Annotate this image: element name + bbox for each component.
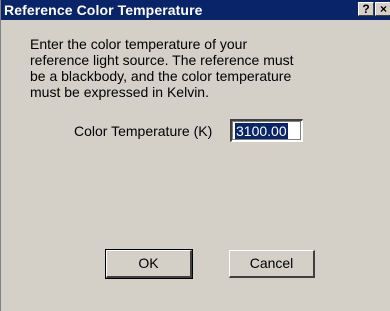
color-temperature-input[interactable]: 3100.00 [230, 119, 303, 142]
reference-color-temperature-dialog: Reference Color Temperature ? × Enter th… [0, 0, 390, 311]
close-icon: × [379, 2, 387, 16]
color-temperature-value: 3100.00 [235, 123, 288, 139]
window-title: Reference Color Temperature [4, 2, 203, 18]
instructions-line: Enter the color temperature of your [30, 36, 248, 52]
cancel-button[interactable]: Cancel [229, 250, 315, 278]
instructions-line: be a blackbody, and the color temperatur… [30, 68, 292, 84]
instructions-text: Enter the color temperature of your refe… [30, 36, 360, 100]
close-button[interactable]: × [375, 2, 390, 16]
instructions-line: reference light source. The reference mu… [30, 52, 294, 68]
instructions-line: must be expressed in Kelvin. [30, 84, 209, 100]
title-bar[interactable]: Reference Color Temperature ? × [1, 0, 390, 20]
help-icon: ? [362, 2, 370, 16]
color-temperature-label: Color Temperature (K) [74, 123, 213, 139]
ok-button[interactable]: OK [105, 249, 193, 279]
help-button[interactable]: ? [358, 2, 374, 16]
